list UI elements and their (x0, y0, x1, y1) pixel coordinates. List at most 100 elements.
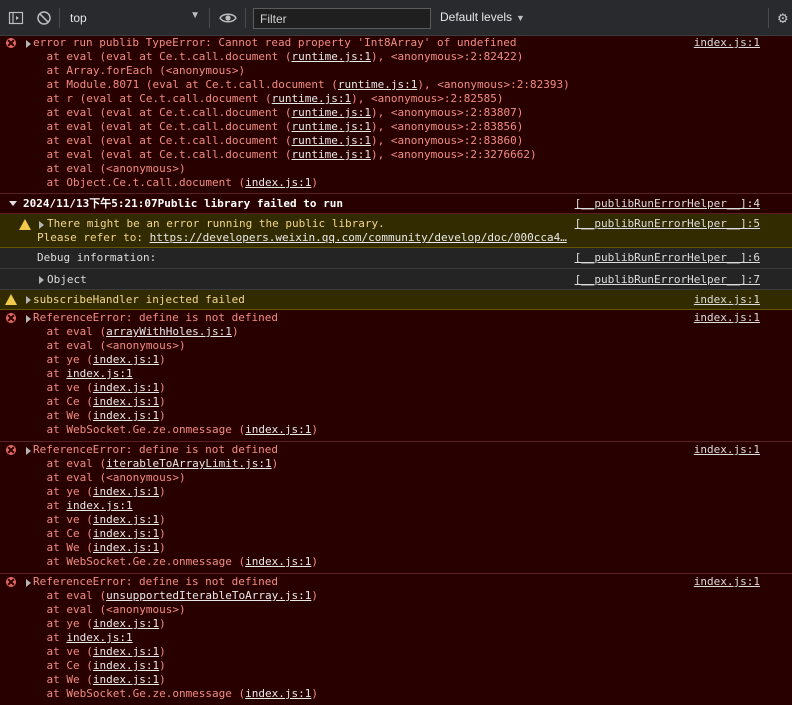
stack-frame-link[interactable]: runtime.js:1 (292, 50, 371, 63)
stack-frame-link[interactable]: index.js:1 (245, 176, 311, 189)
stack-frame-text: at (20, 499, 67, 512)
source-link[interactable]: [__publibRunErrorHelper__]:6 (575, 251, 760, 265)
stack-frame-link[interactable]: runtime.js:1 (292, 120, 371, 133)
filter-input[interactable]: Filter (253, 8, 431, 29)
stack-frame-link[interactable]: index.js:1 (93, 353, 159, 366)
stack-frame-suffix: ) (159, 381, 166, 394)
stack-frame-link[interactable]: index.js:1 (245, 423, 311, 436)
expand-arrow-icon[interactable] (26, 579, 31, 587)
stack-frame-link[interactable]: index.js:1 (93, 541, 159, 554)
console-log-message[interactable]: Debug information: [__publibRunErrorHelp… (0, 248, 792, 269)
stack-frame-link[interactable]: iterableToArrayLimit.js:1 (106, 457, 272, 470)
expand-arrow-icon[interactable] (26, 315, 31, 323)
stack-frame-text: at ve ( (20, 513, 93, 526)
stack-frame-link[interactable]: unsupportedIterableToArray.js:1 (106, 589, 311, 602)
stack-frame-link[interactable]: runtime.js:1 (272, 92, 351, 105)
stack-frame-link[interactable]: index.js:1 (93, 527, 159, 540)
stack-frame: at WebSocket.Ge.ze.onmessage (index.js:1… (20, 687, 318, 701)
expand-arrow-icon[interactable] (26, 296, 31, 304)
console-warning-message[interactable]: There might be an error running the publ… (0, 214, 792, 248)
stack-frame-text: at We ( (20, 673, 93, 686)
expand-arrow-icon[interactable] (26, 40, 31, 48)
source-link[interactable]: index.js:1 (694, 575, 760, 589)
stack-frame-link[interactable]: index.js:1 (93, 485, 159, 498)
source-link[interactable]: index.js:1 (694, 36, 760, 50)
stack-frame-link[interactable]: index.js:1 (66, 631, 132, 644)
source-link[interactable]: [__publibRunErrorHelper__]:7 (575, 273, 760, 287)
stack-frame-text: at WebSocket.Ge.ze.onmessage ( (20, 555, 246, 568)
stack-frame-link[interactable]: arrayWithHoles.js:1 (106, 325, 232, 338)
stack-frame-text: at WebSocket.Ge.ze.onmessage ( (20, 423, 246, 436)
stack-frame-text: at ve ( (20, 381, 93, 394)
expand-arrow-icon[interactable] (39, 276, 44, 284)
stack-frame-suffix: ) (159, 513, 166, 526)
collapse-arrow-icon[interactable] (9, 201, 17, 206)
expand-arrow-icon[interactable] (39, 221, 44, 229)
stack-frame-link[interactable]: index.js:1 (93, 659, 159, 672)
source-link[interactable]: [__publibRunErrorHelper__]:5 (575, 217, 760, 231)
error-text: ReferenceError: define is not defined (33, 443, 279, 456)
stack-frame-link[interactable]: index.js:1 (93, 409, 159, 422)
stack-frame-link[interactable]: index.js:1 (93, 617, 159, 630)
expand-arrow-icon[interactable] (26, 447, 31, 455)
stack-frame: at WebSocket.Ge.ze.onmessage (index.js:1… (20, 555, 318, 569)
console-error-message[interactable]: ReferenceError: define is not defined in… (0, 442, 792, 574)
stack-frame: at eval (eval at Ce.t.call.document (run… (20, 120, 523, 134)
source-link[interactable]: index.js:1 (694, 443, 760, 457)
stack-frame: at eval (eval at Ce.t.call.document (run… (20, 50, 523, 64)
stack-frame-link[interactable]: index.js:1 (93, 381, 159, 394)
stack-frame-suffix: ) (159, 353, 166, 366)
stack-frame: at eval (unsupportedIterableToArray.js:1… (20, 589, 318, 603)
console-error-message[interactable]: error run publib TypeError: Cannot read … (0, 36, 792, 194)
object-text: Object (47, 273, 87, 286)
stack-frame-link[interactable]: index.js:1 (245, 687, 311, 700)
stack-frame-text: at We ( (20, 409, 93, 422)
stack-frame-link[interactable]: index.js:1 (93, 395, 159, 408)
stack-frame-text: at ye ( (20, 485, 93, 498)
stack-frame-link[interactable]: index.js:1 (93, 645, 159, 658)
error-text: ReferenceError: define is not defined (33, 311, 279, 324)
stack-frame: at Ce (index.js:1) (20, 659, 165, 673)
source-link[interactable]: index.js:1 (694, 311, 760, 325)
error-text: error run publib TypeError: Cannot read … (33, 36, 517, 49)
context-selector[interactable]: top ▼ (62, 6, 204, 30)
stack-frame-suffix: ) (231, 325, 239, 338)
stack-frame-text: at WebSocket.Ge.ze.onmessage ( (20, 687, 246, 700)
stack-frame-link[interactable]: index.js:1 (245, 555, 311, 568)
stack-frame: at ye (index.js:1) (20, 353, 166, 367)
filter-placeholder: Filter (260, 12, 287, 26)
stack-frame-link[interactable]: runtime.js:1 (338, 78, 417, 91)
doc-link[interactable]: https://developers.weixin.qq.com/communi… (150, 231, 567, 244)
console-warning-message[interactable]: subscribeHandler injected failed index.j… (0, 290, 792, 310)
log-levels-dropdown[interactable]: Default levels ▼ (440, 10, 525, 24)
stack-frame-link[interactable]: runtime.js:1 (292, 148, 371, 161)
stack-frame-suffix: ) (159, 673, 166, 686)
console-error-message[interactable]: ReferenceError: define is not defined in… (0, 574, 792, 705)
stack-frame: at We (index.js:1) (20, 409, 165, 423)
stack-frame-link[interactable]: index.js:1 (93, 513, 159, 526)
stack-frame-text: at We ( (20, 541, 93, 554)
stack-frame: at Array.forEach (<anonymous>) (20, 64, 245, 78)
warning-icon (5, 294, 17, 305)
stack-frame-link[interactable]: runtime.js:1 (292, 106, 371, 119)
source-link[interactable]: index.js:1 (694, 293, 760, 307)
stack-frame-suffix: ), <anonymous>:2:83860) (371, 134, 524, 147)
stack-frame: at index.js:1 (20, 499, 132, 513)
console-group-header[interactable]: 2024/11/13下午5:21:07Public library failed… (0, 194, 792, 214)
stack-frame-suffix: ) (311, 589, 319, 602)
sidebar-toggle-icon[interactable] (8, 10, 24, 26)
stack-frame-link[interactable]: index.js:1 (66, 367, 132, 380)
stack-frame-link[interactable]: index.js:1 (66, 499, 132, 512)
stack-frame-link[interactable]: index.js:1 (93, 673, 159, 686)
live-expression-eye-icon[interactable] (219, 10, 237, 26)
warning-text-2: Please refer to: https://developers.weix… (37, 231, 567, 245)
console-object-message[interactable]: Object [__publibRunErrorHelper__]:7 (0, 269, 792, 290)
stack-frame-text: at eval ( (20, 589, 107, 602)
console-error-message[interactable]: ReferenceError: define is not defined in… (0, 310, 792, 442)
source-link[interactable]: [__publibRunErrorHelper__]:4 (575, 197, 760, 211)
gear-icon[interactable]: ⚙ (778, 10, 788, 26)
stack-frame-suffix: ) (311, 687, 319, 700)
stack-frame-suffix: ) (159, 395, 166, 408)
clear-console-icon[interactable] (36, 10, 52, 26)
stack-frame-link[interactable]: runtime.js:1 (292, 134, 371, 147)
